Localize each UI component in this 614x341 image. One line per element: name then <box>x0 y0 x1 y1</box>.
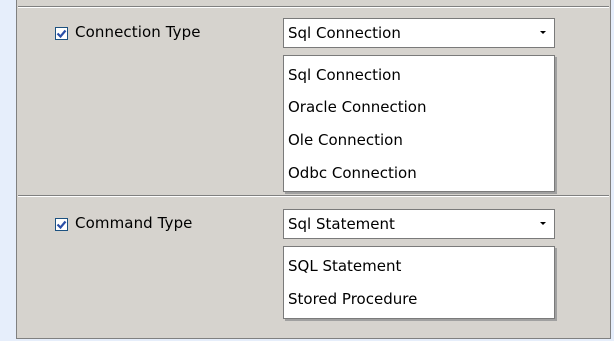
command-type-selected-value: Sql Statement <box>288 215 395 233</box>
connection-type-checkbox[interactable] <box>55 27 68 40</box>
top-separator <box>18 6 609 8</box>
connection-type-selected-value: Sql Connection <box>288 24 401 42</box>
checkmark-icon <box>56 29 67 39</box>
settings-panel: Connection Type Sql Connection Sql Conne… <box>16 0 611 339</box>
command-option-stored-procedure[interactable]: Stored Procedure <box>288 290 417 308</box>
command-type-label: Command Type <box>75 214 193 232</box>
command-option-sql-statement[interactable]: SQL Statement <box>288 257 401 275</box>
chevron-down-icon[interactable] <box>540 222 546 225</box>
connection-option-oracle[interactable]: Oracle Connection <box>288 98 426 116</box>
connection-type-combobox[interactable]: Sql Connection <box>283 18 555 48</box>
checkmark-icon <box>56 220 67 230</box>
connection-option-sql[interactable]: Sql Connection <box>288 66 401 84</box>
chevron-down-icon[interactable] <box>540 31 546 34</box>
command-type-dropdown-list: SQL Statement Stored Procedure <box>283 246 555 319</box>
command-type-combobox[interactable]: Sql Statement <box>283 209 555 239</box>
connection-type-dropdown-list: Sql Connection Oracle Connection Ole Con… <box>283 55 555 192</box>
connection-type-label: Connection Type <box>75 23 201 41</box>
command-type-checkbox[interactable] <box>55 218 68 231</box>
connection-option-odbc[interactable]: Odbc Connection <box>288 164 417 182</box>
connection-option-ole[interactable]: Ole Connection <box>288 131 403 149</box>
middle-separator <box>18 195 609 197</box>
